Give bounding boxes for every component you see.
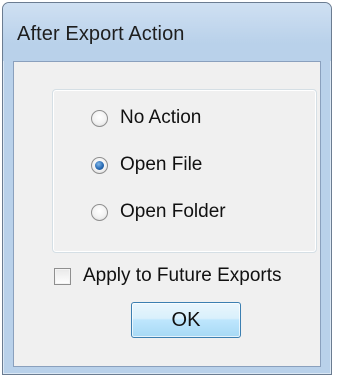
dialog-content: No Action Open File Open Folder Apply to… (13, 61, 321, 367)
dialog-title: After Export Action (17, 23, 185, 45)
apply-future-exports-checkbox-row[interactable]: Apply to Future Exports (54, 262, 282, 290)
radio-button-selected-icon[interactable] (91, 156, 108, 174)
ok-button[interactable]: OK (131, 302, 241, 338)
radio-open-file[interactable]: Open File (91, 153, 202, 177)
radio-button-icon[interactable] (91, 203, 108, 221)
radio-button-icon[interactable] (91, 109, 108, 127)
after-export-action-dialog: After Export Action No Action Open File … (2, 2, 332, 375)
radio-label-open-folder[interactable]: Open Folder (120, 201, 226, 223)
apply-future-exports-checkbox[interactable] (54, 267, 71, 285)
apply-future-exports-label[interactable]: Apply to Future Exports (83, 265, 282, 287)
title-bar[interactable]: After Export Action (3, 3, 331, 61)
radio-open-folder[interactable]: Open Folder (91, 200, 226, 224)
ok-button-label: OK (171, 308, 201, 331)
radio-label-no-action[interactable]: No Action (120, 107, 201, 129)
action-options-group: No Action Open File Open Folder (52, 89, 317, 253)
radio-label-open-file[interactable]: Open File (120, 154, 202, 176)
radio-no-action[interactable]: No Action (91, 106, 201, 130)
